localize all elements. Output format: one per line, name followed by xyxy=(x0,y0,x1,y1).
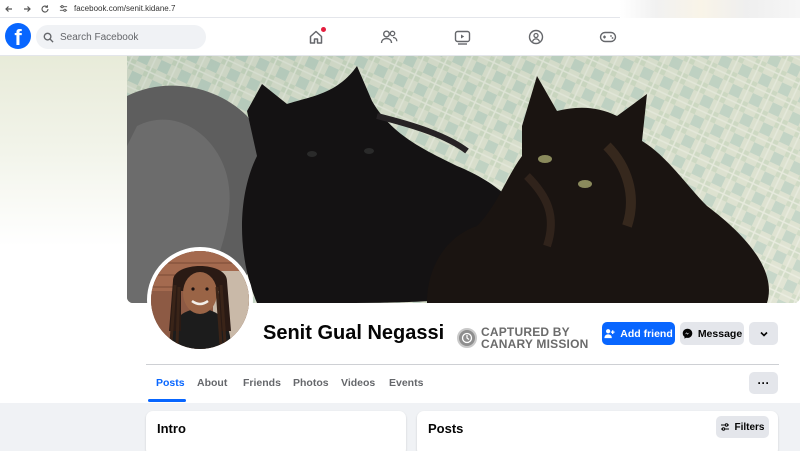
more-options-button[interactable]: ··· xyxy=(749,372,778,394)
filters-icon xyxy=(720,422,730,432)
gaming-icon[interactable] xyxy=(598,27,618,47)
tab-friends[interactable]: Friends xyxy=(243,377,281,389)
add-friend-button[interactable]: Add friend xyxy=(602,322,675,345)
search-placeholder: Search Facebook xyxy=(60,31,139,43)
watermark-logo-icon xyxy=(457,328,477,348)
watermark: CAPTURED BY CANARY MISSION xyxy=(457,326,588,350)
groups-icon[interactable] xyxy=(526,27,546,47)
tab-photos[interactable]: Photos xyxy=(293,377,329,389)
site-settings-icon[interactable] xyxy=(58,4,68,14)
notification-dot xyxy=(321,27,326,32)
watermark-line-2: CANARY MISSION xyxy=(481,337,589,351)
facebook-logo[interactable]: f xyxy=(5,23,31,49)
address-bar[interactable]: facebook.com/senit.kidane.7 xyxy=(52,1,612,16)
search-input[interactable]: Search Facebook xyxy=(36,25,206,49)
chevron-down-icon xyxy=(759,329,769,339)
profile-picture[interactable] xyxy=(147,247,253,353)
forward-icon[interactable] xyxy=(18,0,36,18)
message-label: Message xyxy=(697,327,743,340)
messenger-icon xyxy=(682,328,693,339)
add-friend-icon xyxy=(604,328,615,339)
tab-posts[interactable]: Posts xyxy=(156,377,185,389)
more-options-icon: ··· xyxy=(757,376,770,390)
active-tab-indicator xyxy=(148,399,186,402)
profile-name: Senit Gual Negassi xyxy=(263,322,445,344)
posts-title: Posts xyxy=(428,421,464,436)
tab-events[interactable]: Events xyxy=(389,377,423,389)
facebook-top-nav: f Search Facebook xyxy=(0,18,800,56)
add-friend-label: Add friend xyxy=(620,327,673,340)
search-icon xyxy=(43,32,54,43)
browser-extensions-area xyxy=(620,0,800,18)
profile-options-dropdown[interactable] xyxy=(749,322,778,345)
intro-title: Intro xyxy=(157,421,186,436)
back-icon[interactable] xyxy=(0,0,18,18)
tabs-divider xyxy=(146,364,779,365)
browser-toolbar: facebook.com/senit.kidane.7 xyxy=(0,0,800,18)
posts-card: Posts Filters xyxy=(417,411,778,451)
page-background xyxy=(0,56,127,246)
filters-button[interactable]: Filters xyxy=(716,416,769,438)
filters-label: Filters xyxy=(734,421,765,433)
home-icon[interactable] xyxy=(306,27,326,47)
message-button[interactable]: Message xyxy=(680,322,744,345)
friends-icon[interactable] xyxy=(379,27,399,47)
tab-videos[interactable]: Videos xyxy=(341,377,375,389)
intro-card: Intro xyxy=(146,411,406,451)
url-text: facebook.com/senit.kidane.7 xyxy=(74,4,176,13)
watch-icon[interactable] xyxy=(452,27,472,47)
tab-about[interactable]: About xyxy=(197,377,227,389)
